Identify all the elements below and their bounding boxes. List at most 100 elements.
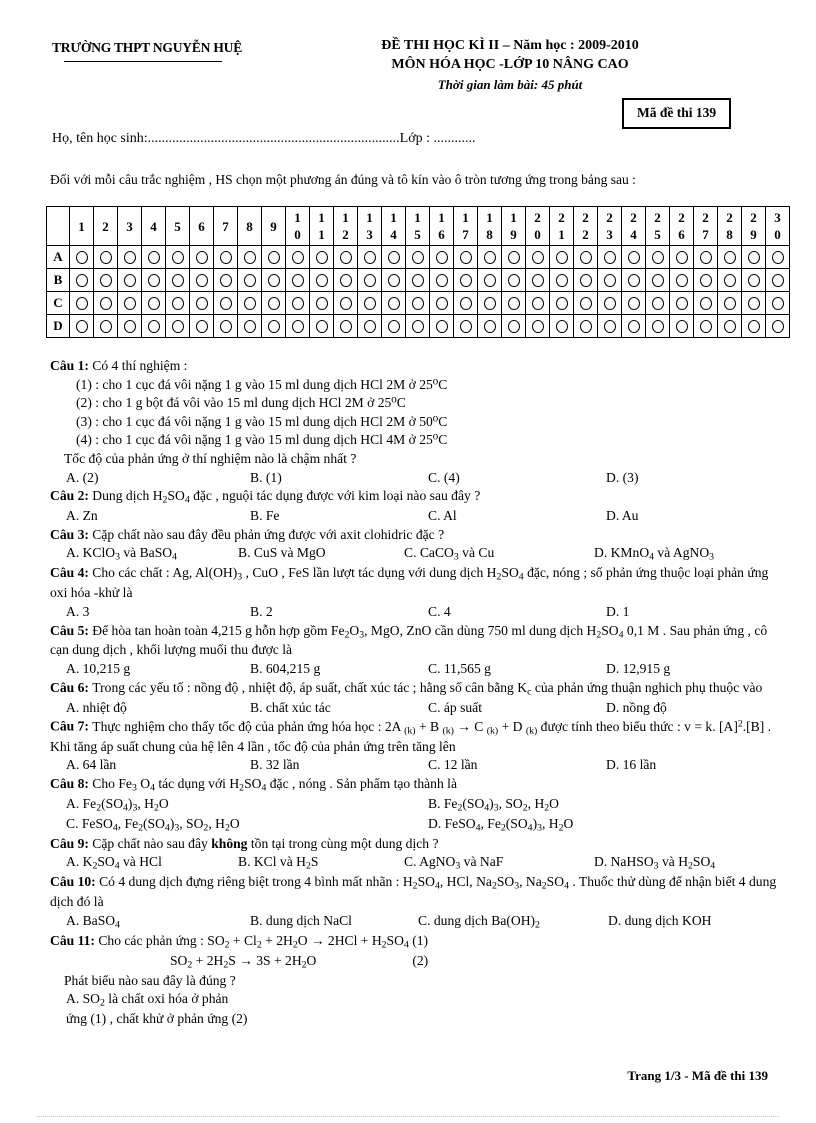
option-item[interactable]: A. Fe2(SO4)3, H2O [66,795,428,815]
answer-bubble-b-7[interactable] [213,268,238,292]
answer-bubble-b-28[interactable] [717,268,742,292]
answer-bubble-a-14[interactable] [381,245,406,269]
answer-bubble-b-30[interactable] [765,268,790,292]
option-item[interactable]: C. AgNO3 và NaF [404,853,594,873]
answer-bubble-d-14[interactable] [381,314,406,338]
answer-bubble-a-25[interactable] [645,245,670,269]
option-item[interactable]: B. 604,215 g [250,660,428,679]
answer-bubble-b-3[interactable] [117,268,142,292]
option-item[interactable]: D. KMnO4 và AgNO3 [594,544,782,564]
answer-bubble-d-29[interactable] [741,314,766,338]
option-item[interactable]: C. 4 [428,603,606,622]
answer-bubble-d-12[interactable] [333,314,358,338]
answer-bubble-b-20[interactable] [525,268,550,292]
answer-bubble-b-10[interactable] [285,268,310,292]
answer-bubble-c-24[interactable] [621,291,646,315]
answer-bubble-d-20[interactable] [525,314,550,338]
answer-bubble-d-21[interactable] [549,314,574,338]
answer-bubble-a-26[interactable] [669,245,694,269]
answer-bubble-b-6[interactable] [189,268,214,292]
option-item[interactable]: B. dung dịch NaCl [250,912,418,932]
answer-bubble-c-3[interactable] [117,291,142,315]
option-item[interactable]: A. K2SO4 và HCl [66,853,238,873]
answer-bubble-d-4[interactable] [141,314,166,338]
option-item[interactable]: C. 12 lần [428,756,606,775]
option-item[interactable]: C. 11,565 g [428,660,606,679]
answer-bubble-d-11[interactable] [309,314,334,338]
option-item[interactable]: D. Au [606,507,782,526]
option-item[interactable]: B. CuS và MgO [238,544,404,564]
answer-bubble-d-18[interactable] [477,314,502,338]
answer-bubble-c-8[interactable] [237,291,262,315]
answer-bubble-a-24[interactable] [621,245,646,269]
answer-bubble-b-23[interactable] [597,268,622,292]
option-item[interactable]: D. dung dịch KOH [608,912,782,932]
option-item[interactable]: D. 12,915 g [606,660,782,679]
answer-bubble-b-19[interactable] [501,268,526,292]
answer-bubble-c-12[interactable] [333,291,358,315]
answer-bubble-d-16[interactable] [429,314,454,338]
option-item[interactable]: B. chất xúc tác [250,699,428,718]
answer-bubble-d-19[interactable] [501,314,526,338]
option-item[interactable]: D. NaHSO3 và H2SO4 [594,853,782,873]
answer-bubble-c-21[interactable] [549,291,574,315]
answer-bubble-d-17[interactable] [453,314,478,338]
answer-bubble-c-28[interactable] [717,291,742,315]
answer-bubble-b-18[interactable] [477,268,502,292]
answer-bubble-d-7[interactable] [213,314,238,338]
answer-bubble-c-23[interactable] [597,291,622,315]
option-item[interactable]: D. 16 lần [606,756,782,775]
answer-bubble-b-15[interactable] [405,268,430,292]
option-item[interactable]: C. (4) [428,469,606,488]
answer-bubble-b-24[interactable] [621,268,646,292]
option-item[interactable]: B. (1) [250,469,428,488]
option-item[interactable]: A. Zn [66,507,250,526]
option-item[interactable]: D. 1 [606,603,782,622]
answer-bubble-b-16[interactable] [429,268,454,292]
option-item[interactable]: B. Fe2(SO4)3, SO2, H2O [428,795,782,815]
answer-bubble-d-8[interactable] [237,314,262,338]
answer-bubble-c-14[interactable] [381,291,406,315]
answer-bubble-d-22[interactable] [573,314,598,338]
answer-bubble-b-29[interactable] [741,268,766,292]
answer-bubble-b-17[interactable] [453,268,478,292]
answer-bubble-c-4[interactable] [141,291,166,315]
answer-bubble-c-25[interactable] [645,291,670,315]
answer-bubble-a-28[interactable] [717,245,742,269]
option-item[interactable]: A. SO2 là chất oxi hóa ở phản ứng (1) , … [66,990,250,1029]
option-item[interactable]: B. 32 lần [250,756,428,775]
answer-bubble-b-5[interactable] [165,268,190,292]
answer-bubble-d-24[interactable] [621,314,646,338]
option-item[interactable]: C. FeSO4, Fe2(SO4)3, SO2, H2O [66,815,428,835]
answer-bubble-c-6[interactable] [189,291,214,315]
option-item[interactable]: B. 2 [250,603,428,622]
option-item[interactable]: A. BaSO4 [66,912,250,932]
answer-bubble-a-3[interactable] [117,245,142,269]
answer-bubble-c-16[interactable] [429,291,454,315]
answer-bubble-c-5[interactable] [165,291,190,315]
answer-bubble-d-30[interactable] [765,314,790,338]
answer-bubble-c-1[interactable] [69,291,94,315]
answer-bubble-d-2[interactable] [93,314,118,338]
option-item[interactable]: A. 64 lần [66,756,250,775]
option-item[interactable]: C. CaCO3 và Cu [404,544,594,564]
answer-bubble-a-16[interactable] [429,245,454,269]
answer-bubble-a-10[interactable] [285,245,310,269]
option-item[interactable]: C. Al [428,507,606,526]
answer-bubble-c-13[interactable] [357,291,382,315]
answer-bubble-c-2[interactable] [93,291,118,315]
answer-bubble-d-5[interactable] [165,314,190,338]
answer-bubble-b-13[interactable] [357,268,382,292]
answer-bubble-b-9[interactable] [261,268,286,292]
answer-bubble-a-6[interactable] [189,245,214,269]
answer-bubble-c-15[interactable] [405,291,430,315]
answer-bubble-b-8[interactable] [237,268,262,292]
answer-bubble-d-10[interactable] [285,314,310,338]
answer-bubble-b-1[interactable] [69,268,94,292]
answer-bubble-b-4[interactable] [141,268,166,292]
answer-bubble-a-27[interactable] [693,245,718,269]
answer-bubble-a-2[interactable] [93,245,118,269]
answer-bubble-a-29[interactable] [741,245,766,269]
answer-bubble-d-9[interactable] [261,314,286,338]
answer-bubble-a-5[interactable] [165,245,190,269]
